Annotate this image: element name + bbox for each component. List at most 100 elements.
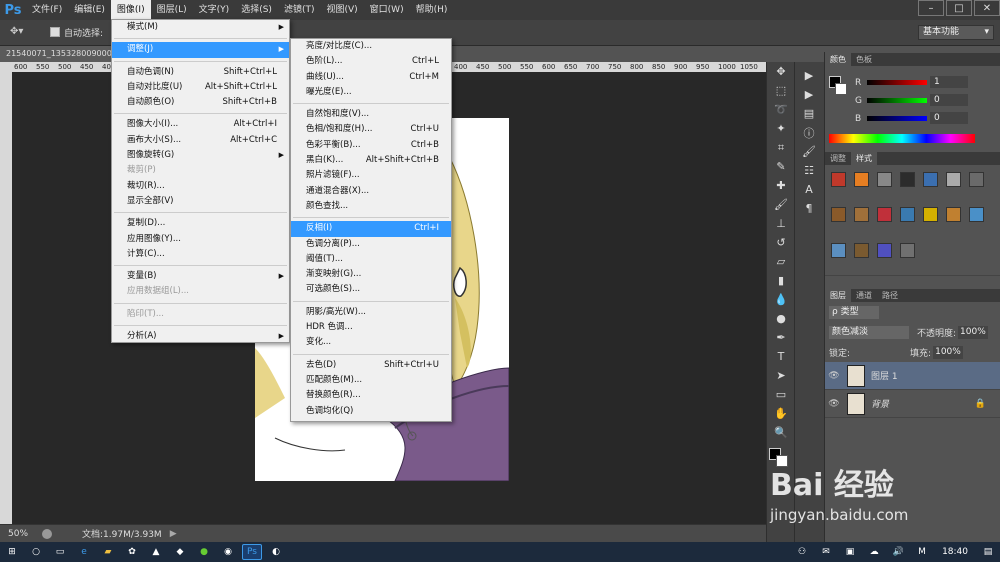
adjust-menu-item[interactable]: 亮度/对比度(C)... [291,39,451,54]
properties-icon[interactable]: ▤ [795,104,823,123]
image-menu-item[interactable]: 自动对比度(U) Alt+Shift+Ctrl+L [112,80,289,95]
image-menu-item[interactable]: 自动色调(N) Shift+Ctrl+L [112,65,289,80]
tray-icon[interactable]: ✉ [816,544,836,560]
adjust-menu-item[interactable]: 反相(I) Ctrl+I [291,221,451,237]
app-icon[interactable]: ◉ [218,544,238,560]
blend-mode-select[interactable]: 颜色减淡 [829,325,909,339]
adjust-menu-item[interactable]: 替换颜色(R)... [291,388,451,403]
adjust-menu-item[interactable]: 可选颜色(S)... [291,282,451,297]
g-value[interactable]: 0 [930,94,968,106]
tray-icon[interactable]: ⚇ [792,544,812,560]
tab-swatches[interactable]: 色板 [851,53,877,66]
move-tool-icon[interactable]: ✥▾ [10,26,23,37]
menu-0[interactable]: 文件(F) [26,0,68,20]
adjust-menu-item[interactable]: 变化... [291,335,451,350]
paragraph-icon[interactable]: ¶ [795,199,823,218]
actions-icon[interactable]: ▶ [795,85,823,104]
b-value[interactable]: 0 [930,112,968,124]
history-icon[interactable]: ▶ [795,66,823,85]
app-icon[interactable]: ◐ [266,544,286,560]
style-swatch[interactable] [946,207,961,223]
adjust-menu-item[interactable]: 渐变映射(G)... [291,267,451,282]
style-swatch[interactable] [877,242,892,258]
menu-7[interactable]: 视图(V) [320,0,363,20]
status-icon[interactable] [42,528,53,539]
b-slider[interactable] [867,116,927,121]
layer-filter-select[interactable]: ρ 类型 [829,305,879,319]
dodge-tool-icon[interactable]: ● [767,309,795,328]
windows-start-icon[interactable]: ⊞ [2,544,22,560]
tab-channels[interactable]: 通道 [851,289,877,302]
menu-1[interactable]: 编辑(E) [68,0,111,20]
app-icon[interactable]: ● [194,544,214,560]
image-menu-item[interactable]: 分析(A) ▶ [112,329,289,344]
move-tool-icon[interactable]: ✥ [767,62,795,81]
eraser-tool-icon[interactable]: ▱ [767,252,795,271]
tray-icon[interactable]: M [912,544,932,560]
style-swatch[interactable] [946,172,961,187]
info-icon[interactable]: ⓘ [795,123,823,142]
menu-8[interactable]: 窗口(W) [364,0,410,20]
image-menu-item[interactable]: 复制(D)... [112,216,289,231]
adjust-menu-item[interactable]: 通道混合器(X)... [291,184,451,199]
volume-icon[interactable]: 🔊 [888,544,908,560]
image-menu-item[interactable]: 应用图像(Y)... [112,232,289,247]
maximize-button[interactable]: □ [946,0,972,16]
brush-presets-icon[interactable]: 🖌 [795,142,823,161]
image-menu-item[interactable]: 显示全部(V) [112,194,289,209]
style-swatch[interactable] [923,172,938,187]
adjust-menu-item[interactable]: 去色(D) Shift+Ctrl+U [291,358,451,373]
menu-6[interactable]: 滤镜(T) [278,0,321,20]
style-swatch[interactable] [831,172,846,187]
layer-row-1[interactable]: 👁 图层 1 [825,362,1000,390]
photoshop-taskbar-icon[interactable]: Ps [242,544,262,560]
app-icon[interactable]: ✿ [122,544,142,560]
brush-tool-icon[interactable]: 🖌 [767,195,795,214]
style-swatch[interactable] [854,207,869,223]
tab-adjustments[interactable]: 调整 [825,152,851,165]
adjust-menu-item[interactable]: 色调分离(P)... [291,237,451,252]
menu-4[interactable]: 文字(Y) [193,0,236,20]
style-swatch[interactable] [900,242,915,258]
tab-styles[interactable]: 样式 [851,152,877,165]
minimize-button[interactable]: – [918,0,944,16]
status-arrow-icon[interactable]: ▶ [170,529,177,539]
tray-icon[interactable]: ▣ [840,544,860,560]
style-swatch[interactable] [900,207,915,223]
edge-icon[interactable]: e [74,544,94,560]
adjust-menu-item[interactable]: 色相/饱和度(H)... Ctrl+U [291,122,451,137]
tab-color[interactable]: 颜色 [825,53,851,66]
style-swatch[interactable] [900,172,915,187]
bg-color-chip[interactable] [835,83,847,95]
pen-tool-icon[interactable]: ✒ [767,328,795,347]
close-button[interactable]: ✕ [974,0,1000,16]
adjust-menu-item[interactable]: 照片滤镜(F)... [291,168,451,183]
color-spectrum[interactable] [829,134,975,143]
document-tab[interactable]: 21540071_135328009000 [0,46,112,62]
menu-2[interactable]: 图像(I) [110,0,151,20]
image-menu-item[interactable]: 裁切(R)... [112,179,289,194]
image-menu-item[interactable]: 计算(C)... [112,247,289,262]
adjust-menu-item[interactable]: 黑白(K)... Alt+Shift+Ctrl+B [291,153,451,168]
adjust-menu-item[interactable]: HDR 色调... [291,320,451,335]
adjust-menu-item[interactable]: 色调均化(Q) [291,404,451,419]
image-menu-item[interactable]: 调整(J) ▶ [112,42,289,58]
app-icon[interactable]: ◆ [170,544,190,560]
history-brush-icon[interactable]: ↺ [767,233,795,252]
task-view-icon[interactable]: ▭ [50,544,70,560]
magic-wand-icon[interactable]: ✦ [767,119,795,138]
adjust-menu-item[interactable]: 色彩平衡(B)... Ctrl+B [291,138,451,153]
style-swatch[interactable] [854,242,869,258]
healing-brush-icon[interactable]: ✚ [767,176,795,195]
clock[interactable]: 18:40 [942,547,968,557]
layer-row-2[interactable]: 👁 背景 🔒 [825,390,1000,418]
zoom-tool-icon[interactable]: 🔍 [767,423,795,442]
style-swatch[interactable] [877,207,892,223]
menu-3[interactable]: 图层(L) [151,0,193,20]
menu-5[interactable]: 选择(S) [235,0,278,20]
tray-icon[interactable]: ☁ [864,544,884,560]
eye-icon[interactable]: 👁 [825,371,843,381]
notification-icon[interactable]: ▤ [978,544,998,560]
style-swatch[interactable] [854,172,869,187]
auto-select-checkbox[interactable] [50,27,60,37]
